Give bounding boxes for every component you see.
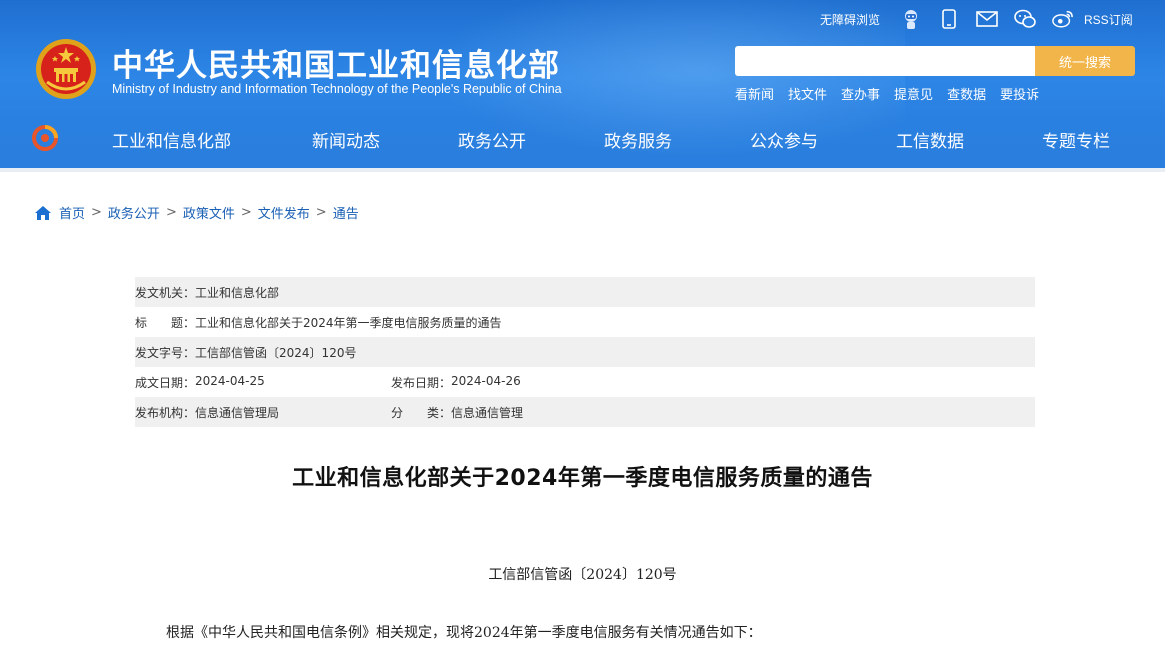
category-value: 信息通信管理 [451,405,524,420]
header-divider [0,168,1165,172]
weibo-icon[interactable] [1052,8,1074,30]
breadcrumb-policy-files[interactable]: 政策文件 [183,203,235,222]
site-subtitle: Ministry of Industry and Information Tec… [112,82,562,96]
issuer-label: 发文机关： [135,285,196,300]
quick-link-data[interactable]: 查数据 [947,84,986,103]
article-paragraph: 根据《中华人民共和国电信条例》相关规定，现将2024年第一季度电信服务有关情况通… [166,625,762,641]
breadcrumb: 首页 > 政务公开 > 政策文件 > 文件发布 > 通告 [35,203,359,222]
nav-item-public-participation[interactable]: 公众参与 [750,127,818,152]
nav-item-news[interactable]: 新闻动态 [312,127,380,152]
info-row-title: 标 题： 工业和信息化部关于2024年第一季度电信服务质量的通告 [135,307,1035,337]
info-row-org-category: 发布机构： 信息通信管理局 分 类： 信息通信管理 [135,397,1035,427]
mail-icon[interactable] [976,8,998,30]
breadcrumb-separator: > [165,205,177,220]
document-info-table: 发文机关： 工业和信息化部 标 题： 工业和信息化部关于2024年第一季度电信服… [135,277,1035,427]
published-date-value: 2024-04-26 [451,373,521,388]
org-value: 信息通信管理局 [195,405,280,420]
title-value: 工业和信息化部关于2024年第一季度电信服务质量的通告 [195,315,502,330]
nav-item-special-topics[interactable]: 专题专栏 [1042,127,1110,152]
search-button[interactable]: 统一搜索 [1035,46,1135,76]
info-row-doc-number: 发文字号： 工信部信管函〔2024〕120号 [135,337,1035,367]
breadcrumb-notice[interactable]: 通告 [333,203,359,222]
issuer-value: 工业和信息化部 [195,285,280,300]
nav-item-gov-services[interactable]: 政务服务 [604,127,672,152]
written-date-value: 2024-04-25 [195,373,265,388]
quick-link-files[interactable]: 找文件 [788,84,827,103]
breadcrumb-home[interactable]: 首页 [59,203,85,222]
search-input[interactable] [735,46,1035,76]
rss-link[interactable]: RSS订阅 [1084,11,1133,28]
doc-number-value: 工信部信管函〔2024〕120号 [195,345,357,360]
published-date-label: 发布日期： [391,375,452,390]
info-row-issuer: 发文机关： 工业和信息化部 [135,277,1035,307]
quick-links: 看新闻 找文件 查办事 提意见 查数据 要投诉 [735,84,1053,103]
miit-logo-icon[interactable] [32,125,58,151]
robot-icon[interactable] [900,8,922,30]
breadcrumb-gov-affairs[interactable]: 政务公开 [108,203,160,222]
quick-link-services[interactable]: 查办事 [841,84,880,103]
doc-number-label: 发文字号： [135,345,196,360]
nav-item-ministry[interactable]: 工业和信息化部 [112,127,231,152]
top-utility-bar: 无障碍浏览 RSS订阅 [820,6,1133,32]
nav-item-gov-affairs[interactable]: 政务公开 [458,127,526,152]
breadcrumb-separator: > [315,205,327,220]
breadcrumb-separator: > [240,205,252,220]
site-title[interactable]: 中华人民共和国工业和信息化部 [112,40,560,85]
site-header: 中华人民共和国工业和信息化部 Ministry of Industry and … [0,0,1165,172]
article-doc-number: 工信部信管函〔2024〕120号 [488,567,677,583]
article-title: 工业和信息化部关于2024年第一季度电信服务质量的通告 [292,466,873,491]
nav-item-data[interactable]: 工信数据 [896,127,964,152]
accessibility-link[interactable]: 无障碍浏览 [820,11,880,28]
info-row-dates: 成文日期： 2024-04-25 发布日期： 2024-04-26 [135,367,1035,397]
category-label: 分 类： [391,405,452,420]
national-emblem-icon [36,39,96,99]
quick-link-suggestions[interactable]: 提意见 [894,84,933,103]
title-label: 标 题： [135,315,196,330]
org-label: 发布机构： [135,405,196,420]
main-nav: 工业和信息化部 新闻动态 政务公开 政务服务 公众参与 工信数据 专题专栏 [0,115,1165,161]
quick-link-news[interactable]: 看新闻 [735,84,774,103]
home-icon[interactable] [35,205,51,220]
wechat-icon[interactable] [1014,8,1036,30]
written-date-label: 成文日期： [135,375,196,390]
mobile-icon[interactable] [938,8,960,30]
breadcrumb-file-release[interactable]: 文件发布 [258,203,310,222]
quick-link-complaints[interactable]: 要投诉 [1000,84,1039,103]
breadcrumb-separator: > [91,205,102,220]
